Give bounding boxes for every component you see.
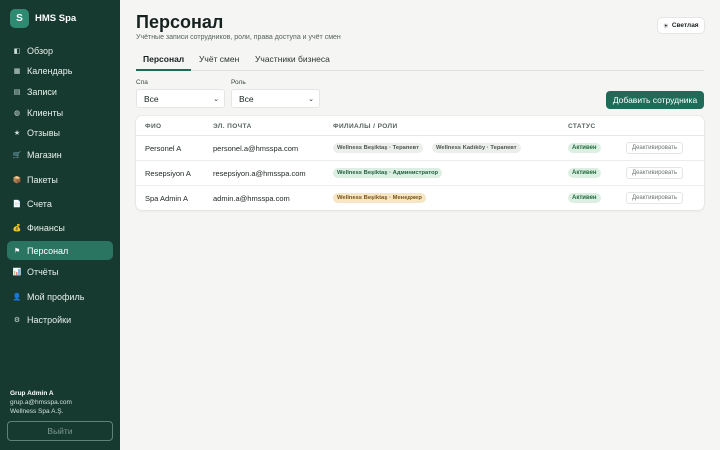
status-badge: Активен	[568, 168, 601, 178]
chevron-down-icon: ⌄	[308, 96, 314, 103]
staff-email: resepsiyon.a@hmsspa.com	[213, 169, 306, 178]
chevron-down-icon: ⌄	[213, 96, 219, 103]
spa-filter-value: Все	[144, 93, 159, 104]
invoice-icon: 📄	[12, 200, 22, 208]
theme-toggle-button[interactable]: ☀ Светлая	[658, 18, 704, 33]
sidebar-item-calendar[interactable]: ▦ Календарь	[7, 61, 113, 80]
theme-label: Светлая	[671, 22, 699, 29]
table-row: Resepsiyon A resepsiyon.a@hmsspa.com Wel…	[136, 161, 704, 186]
sidebar-item-label: Персонал	[27, 245, 69, 256]
sidebar-item-label: Обзор	[27, 45, 53, 56]
sidebar-item-reports[interactable]: 📊 Отчёты	[7, 262, 113, 281]
staff-name: Spa Admin A	[145, 194, 188, 203]
staff-table: ФИО ЭЛ. ПОЧТА ФИЛИАЛЫ / РОЛИ СТАТУС Pers…	[136, 116, 704, 210]
sidebar-item-invoices[interactable]: 📄 Счета	[7, 194, 113, 213]
clients-icon: ◍	[13, 109, 21, 117]
sidebar-item-label: Настройки	[27, 314, 72, 325]
star-icon: ★	[13, 129, 21, 137]
money-bag-icon: 💰	[12, 224, 22, 232]
sidebar-item-label: Мой профиль	[27, 291, 85, 302]
spa-filter-label: Спа	[136, 79, 148, 86]
deactivate-button[interactable]: Деактивировать	[626, 142, 683, 154]
brand-name: HMS Spa	[35, 13, 77, 24]
deactivate-button[interactable]: Деактивировать	[626, 192, 683, 204]
role-chip: Wellness Kadıköy · Терапевт	[432, 143, 521, 153]
tab-business-members[interactable]: Участники бизнеса	[248, 54, 337, 71]
sidebar-item-overview[interactable]: ◧ Обзор	[7, 41, 113, 60]
appointments-icon: ▤	[13, 88, 21, 96]
table-row: Spa Admin A admin.a@hmsspa.com Wellness …	[136, 186, 704, 210]
table-row: Personel A personel.a@hmsspa.com Wellnes…	[136, 136, 704, 161]
sidebar-item-label: Финансы	[27, 222, 65, 233]
column-header-email: ЭЛ. ПОЧТА	[213, 123, 252, 130]
tab-staff[interactable]: Персонал	[136, 54, 192, 71]
user-email: grup.a@hmsspa.com	[10, 399, 72, 406]
column-header-roles: ФИЛИАЛЫ / РОЛИ	[333, 123, 398, 130]
role-chip: Wellness Beşiktaş · Терапевт	[333, 143, 423, 153]
page-subtitle: Учётные записи сотрудников, роли, права …	[136, 34, 341, 41]
sidebar-item-label: Отзывы	[27, 127, 60, 138]
cart-icon: 🛒	[12, 151, 22, 159]
sidebar-item-packages[interactable]: 📦 Пакеты	[7, 170, 113, 189]
sidebar-item-appointments[interactable]: ▤ Записи	[7, 82, 113, 101]
sidebar-item-staff[interactable]: ⚑ Персонал	[7, 241, 113, 260]
brand[interactable]: S HMS Spa	[10, 9, 76, 28]
calendar-icon: ▦	[13, 67, 21, 75]
gear-icon: ⚙	[13, 316, 21, 324]
staff-email: admin.a@hmsspa.com	[213, 194, 290, 203]
column-header-status: СТАТУС	[568, 123, 596, 130]
add-staff-button[interactable]: Добавить сотрудника	[606, 91, 704, 109]
sun-icon: ☀	[663, 22, 669, 30]
user-company: Wellness Spa A.Ş.	[10, 408, 64, 415]
column-header-name: ФИО	[145, 123, 162, 130]
sidebar-item-settings[interactable]: ⚙ Настройки	[7, 310, 113, 329]
table-header: ФИО ЭЛ. ПОЧТА ФИЛИАЛЫ / РОЛИ СТАТУС	[136, 116, 704, 136]
role-filter-label: Роль	[231, 79, 246, 86]
sidebar-item-label: Счета	[27, 198, 52, 209]
brand-logo: S	[10, 9, 29, 28]
sidebar-item-label: Пакеты	[27, 174, 58, 185]
staff-email: personel.a@hmsspa.com	[213, 144, 299, 153]
package-icon: 📦	[12, 176, 22, 184]
staff-name: Resepsiyon A	[145, 169, 191, 178]
sidebar: S HMS Spa ◧ Обзор ▦ Календарь ▤ Записи ◍…	[0, 0, 120, 450]
overview-icon: ◧	[13, 47, 21, 55]
sidebar-item-profile[interactable]: 👤 Мой профиль	[7, 287, 113, 306]
sidebar-item-label: Отчёты	[27, 266, 59, 277]
role-chip: Wellness Beşiktaş · Менеджер	[333, 193, 426, 203]
role-chip: Wellness Beşiktaş · Администратор	[333, 168, 443, 178]
sidebar-item-reviews[interactable]: ★ Отзывы	[7, 123, 113, 142]
sidebar-item-finance[interactable]: 💰 Финансы	[7, 218, 113, 237]
tab-bar: Персонал Учёт смен Участники бизнеса	[136, 54, 704, 71]
role-filter-value: Все	[239, 93, 254, 104]
staff-name: Personel A	[145, 144, 182, 153]
sidebar-item-label: Записи	[27, 86, 57, 97]
role-filter-select[interactable]: Все ⌄	[231, 89, 320, 108]
status-badge: Активен	[568, 193, 601, 203]
deactivate-button[interactable]: Деактивировать	[626, 167, 683, 179]
user-icon: 👤	[12, 293, 22, 301]
sidebar-item-label: Магазин	[27, 149, 62, 160]
sidebar-item-shop[interactable]: 🛒 Магазин	[7, 145, 113, 164]
sidebar-item-clients[interactable]: ◍ Клиенты	[7, 103, 113, 122]
sidebar-item-label: Календарь	[27, 65, 73, 76]
page-title: Персонал	[136, 12, 224, 32]
logout-button[interactable]: Выйти	[7, 421, 113, 441]
spa-filter-select[interactable]: Все ⌄	[136, 89, 225, 108]
tab-shift-tracking[interactable]: Учёт смен	[192, 54, 246, 71]
chart-icon: 📊	[12, 268, 22, 276]
flag-icon: ⚑	[13, 247, 21, 255]
status-badge: Активен	[568, 143, 601, 153]
user-name: Grup Admin A	[10, 390, 54, 397]
sidebar-item-label: Клиенты	[27, 107, 64, 118]
